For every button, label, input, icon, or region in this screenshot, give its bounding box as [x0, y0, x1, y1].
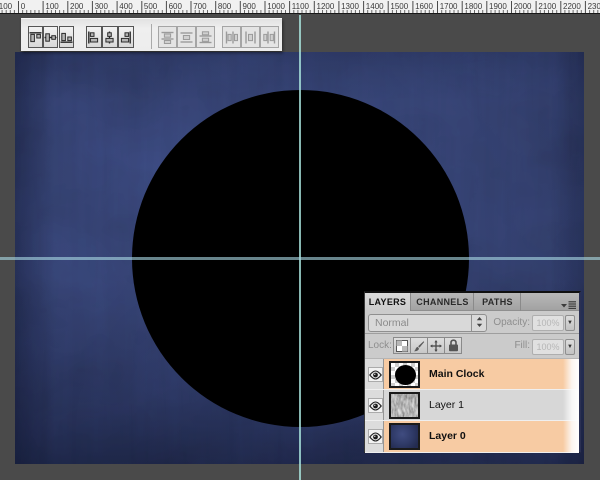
- svg-text:700: 700: [193, 2, 207, 11]
- svg-text:1200: 1200: [317, 2, 335, 11]
- svg-text:1800: 1800: [464, 2, 482, 11]
- svg-text:300: 300: [95, 2, 109, 11]
- svg-text:1600: 1600: [415, 2, 433, 11]
- svg-text:2200: 2200: [563, 2, 581, 11]
- svg-text:1900: 1900: [489, 2, 507, 11]
- svg-text:1500: 1500: [390, 2, 408, 11]
- svg-text:400: 400: [119, 2, 133, 11]
- svg-text:1400: 1400: [366, 2, 384, 11]
- svg-text:0: 0: [21, 2, 26, 11]
- svg-text:600: 600: [169, 2, 183, 11]
- svg-text:1300: 1300: [341, 2, 359, 11]
- svg-text:2300: 2300: [588, 2, 600, 11]
- svg-text:500: 500: [144, 2, 158, 11]
- svg-text:100: 100: [45, 2, 59, 11]
- svg-text:1700: 1700: [440, 2, 458, 11]
- svg-text:1000: 1000: [267, 2, 285, 11]
- svg-text:1100: 1100: [292, 2, 310, 11]
- svg-text:900: 900: [243, 2, 257, 11]
- svg-text:2000: 2000: [514, 2, 532, 11]
- svg-text:200: 200: [70, 2, 84, 11]
- svg-text:-100: -100: [0, 2, 13, 11]
- svg-text:800: 800: [218, 2, 232, 11]
- svg-text:2100: 2100: [538, 2, 556, 11]
